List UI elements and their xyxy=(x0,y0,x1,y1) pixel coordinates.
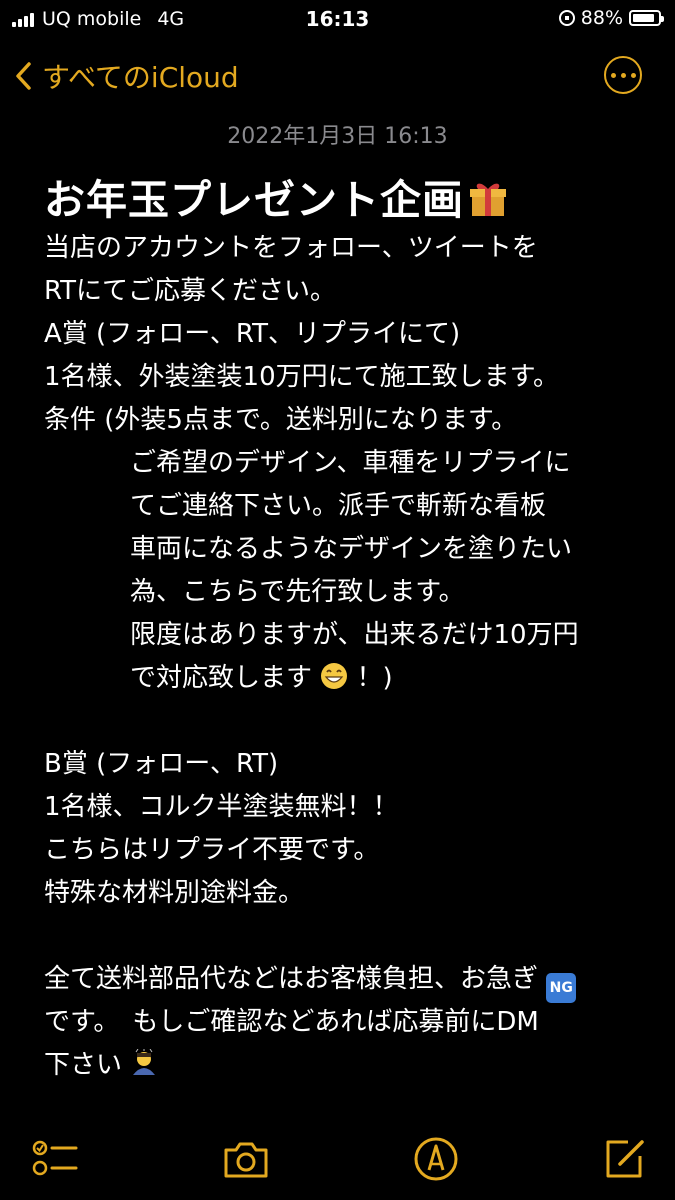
body-line: 1名様、コルク半塗装無料！！ xyxy=(44,792,399,822)
body-line: B賞 (フォロー、RT) xyxy=(44,749,279,779)
note-title: お年玉プレゼント企画 xyxy=(44,166,508,226)
body-line: です。 もしご確認などあれば応募前にDM xyxy=(44,1007,539,1037)
body-line: 限度はありますが、出来るだけ10万円 xyxy=(130,620,579,650)
rotation-lock-icon xyxy=(558,10,575,26)
more-options-button[interactable] xyxy=(604,56,642,94)
body-line: A賞 (フォロー、RT、リプライにて) xyxy=(44,319,461,349)
bowing-person-icon xyxy=(133,1049,156,1075)
checklist-button[interactable] xyxy=(30,1134,80,1184)
body-line: 条件 (外装5点まで。送料別になります。 xyxy=(44,405,518,435)
bottom-toolbar xyxy=(0,1130,675,1190)
body-line: こちらはリプライ不要です。 xyxy=(44,835,380,865)
navigation-bar: すべてのiCloud xyxy=(0,52,675,102)
markup-button[interactable] xyxy=(411,1134,461,1184)
battery-icon xyxy=(629,10,664,26)
compose-button[interactable] xyxy=(600,1134,650,1184)
body-line-text: 全て送料部品代などはお客様負担、お急ぎ xyxy=(44,964,539,994)
body-line: 全て送料部品代などはお客様負担、お急ぎ NG xyxy=(44,958,644,1003)
battery-percent: 88% xyxy=(580,7,623,29)
markup-icon xyxy=(414,1137,458,1181)
body-line: 車両になるようなデザインを塗りたい xyxy=(130,534,573,564)
checklist-icon xyxy=(32,1140,78,1176)
body-line-text: で対応致します xyxy=(130,663,313,693)
status-bar: UQ mobile 4G 16:13 88% xyxy=(0,0,675,38)
note-title-text: お年玉プレゼント企画 xyxy=(44,176,464,224)
body-line: ご希望のデザイン、車種をリプライに xyxy=(130,448,571,478)
back-button[interactable]: すべてのiCloud xyxy=(14,56,239,96)
gift-icon xyxy=(468,176,508,224)
body-line: 特殊な材料別途料金。 xyxy=(44,878,305,908)
camera-button[interactable] xyxy=(221,1134,271,1184)
status-right: 88% xyxy=(558,7,664,29)
grinning-face-icon xyxy=(321,663,348,689)
body-line-text: ！) xyxy=(356,663,393,693)
body-line-text: 下さい xyxy=(44,1050,123,1080)
ellipsis-icon xyxy=(610,72,616,78)
body-line: 当店のアカウントをフォロー、ツイートを xyxy=(44,233,538,263)
body-line: で対応致します ！) xyxy=(44,657,644,700)
body-line: てご連絡下さい。派手で斬新な看板 xyxy=(130,491,547,521)
note-body[interactable]: 当店のアカウントをフォロー、ツイートを RTにてご応募ください。 A賞 (フォロ… xyxy=(44,227,644,1087)
back-label: すべてのiCloud xyxy=(42,61,239,94)
body-line: 下さい xyxy=(44,1044,644,1087)
camera-icon xyxy=(224,1142,268,1178)
body-line: 1名様、外装塗装10万円にて施工致します。 xyxy=(44,362,560,392)
chevron-left-icon xyxy=(16,62,31,90)
body-line: RTにてご応募ください。 xyxy=(44,276,337,306)
ng-badge-icon: NG xyxy=(546,973,577,1003)
body-line: 為、こちらで先行致します。 xyxy=(130,577,465,607)
note-timestamp: 2022年1月3日 16:13 xyxy=(227,124,448,149)
compose-icon xyxy=(606,1140,644,1178)
